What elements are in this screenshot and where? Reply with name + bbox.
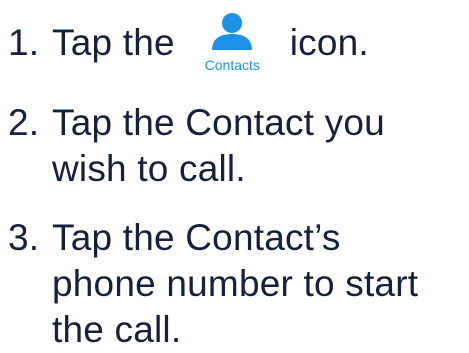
step-1: 1. Tap the Contacts icon. xyxy=(8,13,369,73)
contacts-app-icon: Contacts xyxy=(185,13,279,73)
step-text: Tap the xyxy=(52,22,175,63)
step-line: phone number to start xyxy=(52,263,419,304)
step-line: the call. xyxy=(52,309,182,350)
step-text-end: icon. xyxy=(289,22,369,63)
step-number: 2. xyxy=(8,102,40,143)
person-icon xyxy=(212,13,253,50)
step-number: 3. xyxy=(8,217,40,258)
step-line: Tap the Contact’s xyxy=(52,217,341,258)
step-3: 3. Tap the Contact’s phone number to star… xyxy=(8,215,418,353)
contacts-icon-label: Contacts xyxy=(204,57,260,73)
step-line: wish to call. xyxy=(52,148,246,189)
step-number: 1. xyxy=(8,22,40,63)
step-line: Tap the Contact you xyxy=(52,102,385,143)
step-2: 2. Tap the Contact you wish to call. xyxy=(8,100,385,192)
